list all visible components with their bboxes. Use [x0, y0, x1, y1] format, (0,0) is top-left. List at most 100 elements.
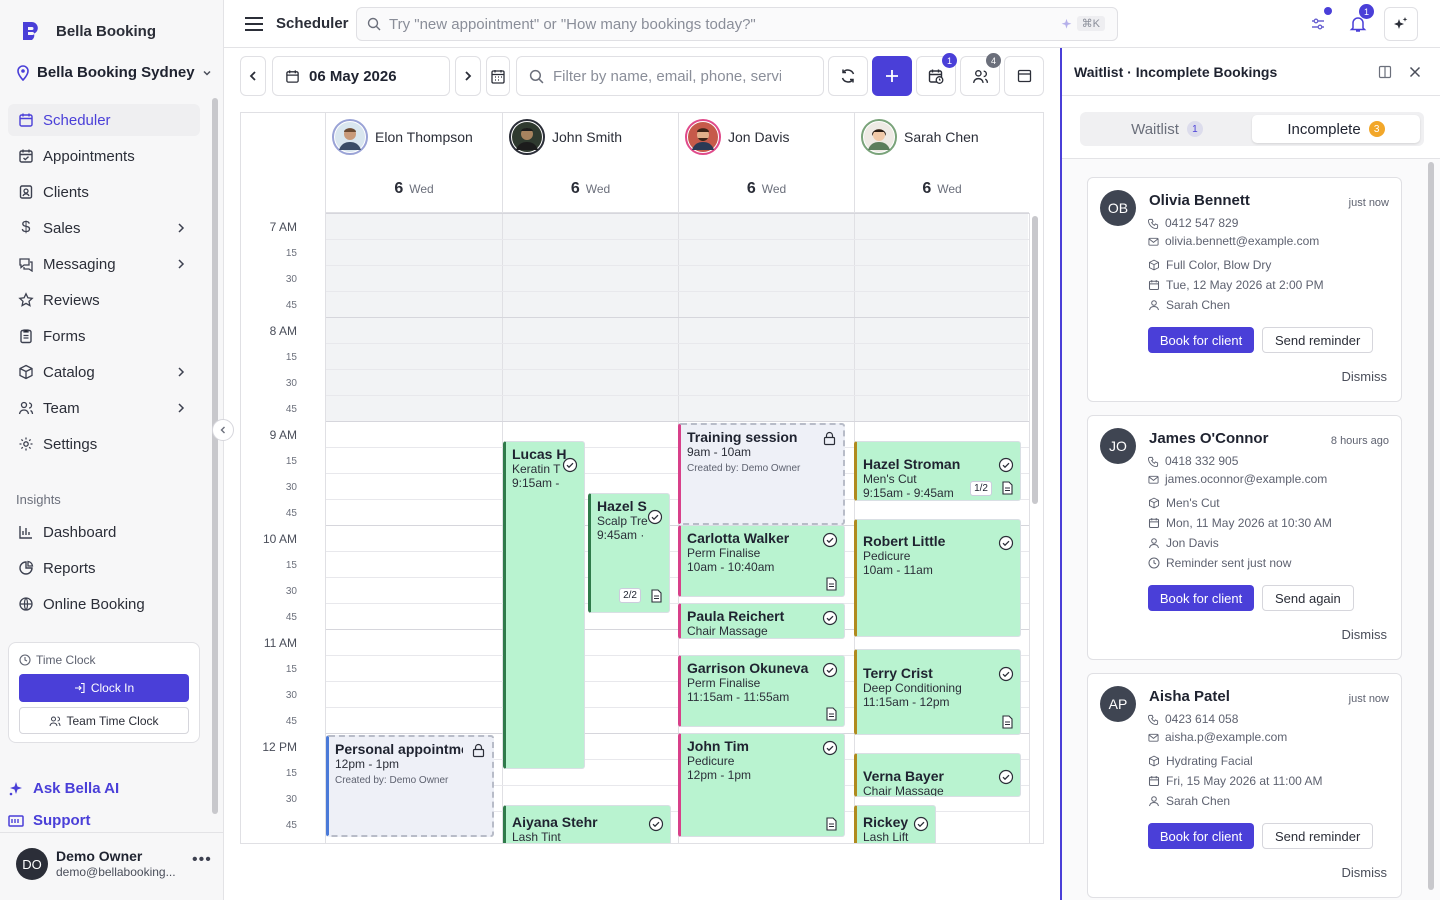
client-name: Hazel Stroman — [863, 456, 961, 472]
panel-scrollbar[interactable] — [1428, 162, 1434, 890]
nav-settings[interactable]: Settings — [8, 428, 200, 460]
nav-sales[interactable]: $ Sales — [8, 212, 200, 244]
block-title: Personal appointment — [335, 741, 463, 757]
time-slot[interactable] — [326, 239, 1029, 265]
support-label: Support — [33, 812, 91, 829]
blocked-time-card[interactable]: Personal appointment 12pm - 1pm Created … — [326, 735, 494, 837]
tab-incomplete[interactable]: Incomplete 3 — [1252, 115, 1420, 143]
time-slot[interactable] — [326, 213, 1029, 239]
nav-online-booking[interactable]: Online Booking — [8, 588, 200, 620]
appointment-card[interactable]: Aiyana Stehr Lash Tint — [503, 805, 671, 843]
brand[interactable]: Bella Booking — [20, 20, 156, 42]
appointment-card[interactable]: Rickey Lash Lift — [854, 805, 936, 844]
appointment-card[interactable]: Hazel Stroman Men's Cut 9:15am - 9:45am … — [854, 441, 1021, 501]
side-panel-toggle[interactable] — [1004, 56, 1044, 96]
nav-scheduler[interactable]: Scheduler — [8, 104, 200, 136]
book-for-client-button[interactable]: Book for client — [1148, 823, 1254, 849]
appointment-card[interactable]: John Tim Pedicure 12pm - 1pm — [678, 733, 845, 837]
team-time-clock-label: Team Time Clock — [66, 713, 159, 728]
dismiss-button[interactable]: Dismiss — [1342, 865, 1388, 880]
time-label: 30 — [285, 378, 297, 389]
staff-column-header[interactable]: John Smith 6 Wed — [502, 113, 678, 213]
client-email: james.oconnor@example.com — [1148, 472, 1327, 486]
nav-dashboard[interactable]: Dashboard — [8, 516, 200, 548]
user-profile[interactable]: DO Demo Owner demo@bellabooking... ••• — [0, 832, 223, 900]
menu-button[interactable] — [237, 7, 271, 41]
nav-messaging[interactable]: Messaging — [8, 248, 200, 280]
send-reminder-button[interactable]: Send reminder — [1262, 823, 1374, 849]
staff-column-header[interactable]: Sarah Chen 6 Wed — [854, 113, 1029, 213]
scheduled-button[interactable]: 1 — [916, 53, 957, 96]
dismiss-button[interactable]: Dismiss — [1342, 627, 1388, 642]
appointment-card[interactable]: Terry Crist Deep Conditioning 11:15am - … — [854, 649, 1021, 735]
staff-name: Sarah Chen — [904, 129, 979, 145]
time-slot[interactable] — [326, 265, 1029, 291]
avatar: OB — [1100, 190, 1136, 226]
incomplete-booking-card: OB Olivia Bennett just now 0412 547 829 … — [1087, 177, 1402, 402]
nav-label: Settings — [43, 435, 98, 453]
location-switcher[interactable]: Bella Booking Sydney — [16, 64, 212, 81]
time-slot[interactable] — [326, 343, 1029, 369]
timestamp: just now — [1348, 693, 1389, 705]
clock-in-button[interactable]: Clock In — [19, 674, 189, 702]
panel-header: Waitlist · Incomplete Bookings — [1062, 48, 1440, 96]
reminder-status: Reminder sent just now — [1148, 556, 1291, 570]
chevron-right-icon — [178, 223, 185, 233]
send-reminder-button[interactable]: Send reminder — [1262, 327, 1374, 353]
time-slot[interactable] — [326, 317, 1029, 343]
requested-time: Tue, 12 May 2026 at 2:00 PM — [1148, 278, 1324, 292]
ask-bella-ai-label: Ask Bella AI — [33, 780, 120, 797]
refresh-button[interactable] — [828, 56, 868, 96]
filters-button[interactable] — [1301, 7, 1335, 41]
ai-assistant-button[interactable] — [1384, 7, 1418, 41]
nav-reports[interactable]: Reports — [8, 552, 200, 584]
appointment-card[interactable]: Lucas H Keratin T 9:15am - — [503, 441, 585, 769]
team-time-clock-button[interactable]: Team Time Clock — [19, 707, 189, 734]
nav-catalog[interactable]: Catalog — [8, 356, 200, 388]
appointment-card[interactable]: Carlotta Walker Perm Finalise 10am - 10:… — [678, 525, 845, 597]
nav-appointments[interactable]: Appointments — [8, 140, 200, 172]
calendar-view-button[interactable] — [486, 56, 510, 96]
more-icon[interactable]: ••• — [192, 851, 212, 869]
close-icon[interactable] — [1408, 65, 1422, 79]
send-again-button[interactable]: Send again — [1262, 585, 1354, 611]
scheduler-scrollbar[interactable] — [1032, 216, 1038, 504]
appointment-card[interactable]: Robert Little Pedicure 10am - 11am — [854, 519, 1021, 637]
appointment-card[interactable]: Verna Bayer Chair Massage — [854, 753, 1021, 797]
client-name: James O'Connor — [1149, 430, 1269, 447]
support-link[interactable]: Support — [8, 812, 91, 829]
tab-waitlist[interactable]: Waitlist 1 — [1084, 115, 1250, 143]
appointment-card[interactable]: Garrison Okuneva Perm Finalise 11:15am -… — [678, 655, 845, 727]
collapse-sidebar-button[interactable] — [212, 419, 234, 441]
nav-clients[interactable]: Clients — [8, 176, 200, 208]
new-appointment-button[interactable] — [872, 56, 912, 96]
staff-filter-button[interactable]: 4 — [960, 53, 1001, 96]
check-circle-icon — [998, 457, 1014, 473]
time-slot[interactable] — [326, 369, 1029, 395]
staff-column-header[interactable]: Elon Thompson 6 Wed — [325, 113, 502, 213]
sidebar-scrollbar[interactable] — [212, 98, 218, 814]
map-pin-icon — [17, 64, 29, 81]
dismiss-button[interactable]: Dismiss — [1342, 369, 1388, 384]
nav-reviews[interactable]: Reviews — [8, 284, 200, 316]
staff-column-header[interactable]: Jon Davis 6 Wed — [678, 113, 854, 213]
nav-forms[interactable]: Forms — [8, 320, 200, 352]
blocked-time-card[interactable]: Training session 9am - 10am Created by: … — [678, 423, 845, 525]
book-for-client-button[interactable]: Book for client — [1148, 327, 1254, 353]
expand-panel-icon[interactable] — [1378, 65, 1392, 79]
appointment-card[interactable]: Paula Reichert Chair Massage — [678, 603, 845, 639]
global-search[interactable]: Try "new appointment" or "How many booki… — [356, 7, 1118, 41]
notifications-button[interactable]: 1 — [1341, 4, 1375, 41]
prev-day-button[interactable] — [240, 56, 266, 96]
ask-bella-ai[interactable]: Ask Bella AI — [8, 780, 119, 797]
check-circle-icon — [998, 666, 1014, 682]
book-for-client-button[interactable]: Book for client — [1148, 585, 1254, 611]
date-picker[interactable]: 06 May 2026 — [272, 56, 450, 96]
filter-input[interactable]: Filter by name, email, phone, service — [516, 56, 824, 96]
time-slot[interactable] — [326, 395, 1029, 421]
time-slot[interactable] — [326, 291, 1029, 317]
service-name: Lash Lift — [863, 830, 909, 844]
next-day-button[interactable] — [455, 56, 481, 96]
nav-team[interactable]: Team — [8, 392, 200, 424]
appointment-card[interactable]: Hazel S Scalp Tre 9:45am · 2/2 — [588, 493, 670, 613]
